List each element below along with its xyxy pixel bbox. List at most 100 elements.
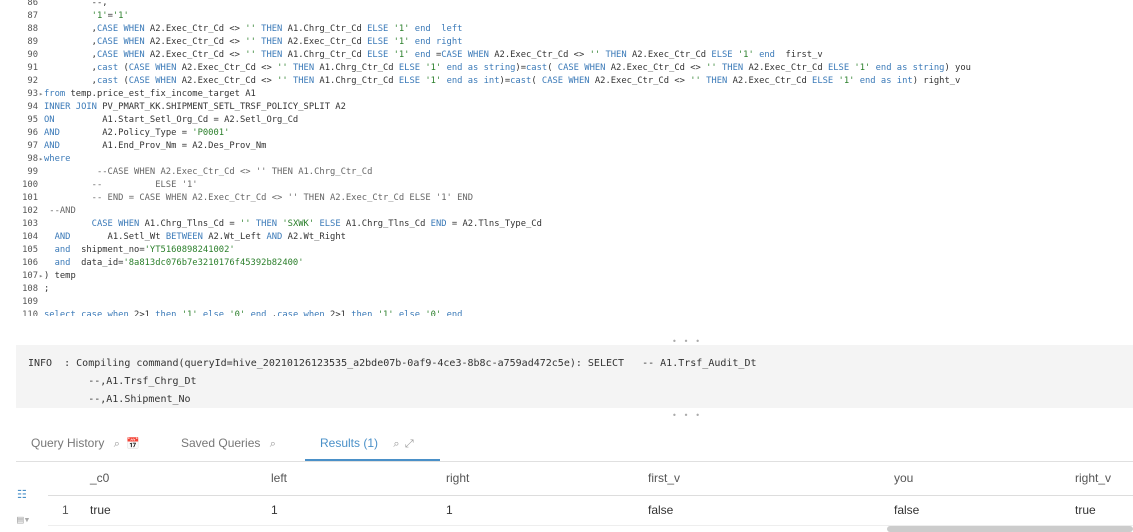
code-line[interactable]: 92 ,cast (CASE WHEN A2.Exec_Ctr_Cd <> ''… xyxy=(0,75,1133,88)
expand-icon[interactable]: ⤢ xyxy=(405,438,414,450)
table-cell[interactable]: false xyxy=(648,503,673,517)
line-number: 109 xyxy=(22,297,38,307)
code-text: -- ELSE '1' xyxy=(44,180,198,190)
code-text: AND A1.Setl_Wt BETWEEN A2.Wt_Left AND A2… xyxy=(54,232,346,242)
line-number: 91 xyxy=(27,63,38,73)
line-number: 99 xyxy=(27,167,38,177)
code-line[interactable]: 96 AND A2.Policy_Type = 'P0001' xyxy=(0,127,1133,140)
tab-saved-queries-label: Saved Queries xyxy=(181,436,261,450)
log-line: INFO : Compiling command(queryId=hive_20… xyxy=(28,358,757,369)
result-tabs: Query History ⌕ 📅 Saved Queries ⌕ Result… xyxy=(0,428,1133,462)
line-number: 95 xyxy=(27,115,38,125)
line-number: 102 xyxy=(22,206,38,216)
grid-icon[interactable]: ☷ xyxy=(17,488,27,501)
line-number: 92 xyxy=(27,76,38,86)
code-line[interactable]: 102 --AND xyxy=(0,205,1133,218)
tab-saved-queries[interactable]: Saved Queries ⌕ xyxy=(181,436,276,451)
tab-query-history[interactable]: Query History ⌕ 📅 xyxy=(31,436,140,451)
active-tab-indicator xyxy=(305,459,440,461)
code-line[interactable]: 106 and data_id='8a813dc076b7e3210176f45… xyxy=(0,257,1133,270)
line-number: 101 xyxy=(22,193,38,203)
code-line[interactable]: 99 --CASE WHEN A2.Exec_Ctr_Cd <> '' THEN… xyxy=(0,166,1133,179)
tab-results[interactable]: Results (1) ⌕ ⤢ xyxy=(320,436,414,451)
chart-icon[interactable]: ▤▾ xyxy=(17,513,30,526)
code-text: INNER JOIN PV_PMART_KK.SHIPMENT_SETL_TRS… xyxy=(44,102,346,112)
code-text: where xyxy=(44,154,71,164)
code-text: AND A2.Policy_Type = 'P0001' xyxy=(44,128,230,138)
results-grid: _c0 left right first_v you right_v 1 tru… xyxy=(0,463,1133,532)
code-line[interactable]: 91 ,cast (CASE WHEN A2.Exec_Ctr_Cd <> ''… xyxy=(0,62,1133,75)
calendar-icon[interactable]: 📅 xyxy=(126,438,140,450)
code-line[interactable]: 110 select case when 2>1 then '1' else '0… xyxy=(0,309,1133,316)
line-number: 86 xyxy=(27,0,38,8)
column-header[interactable]: you xyxy=(894,471,913,485)
code-line[interactable]: 105 and shipment_no='YT5160898241002' xyxy=(0,244,1133,257)
table-cell[interactable]: 1 xyxy=(271,503,278,517)
code-text: ) temp xyxy=(44,271,76,281)
sql-editor[interactable]: 86 --, 87 '1'='1' 88 ,CASE WHEN A2.Exec_Ct… xyxy=(0,0,1133,316)
horizontal-scrollbar[interactable] xyxy=(887,526,1133,532)
code-text: CASE WHEN A1.Chrg_Tlns_Cd = '' THEN 'SXW… xyxy=(91,219,542,229)
code-line[interactable]: 88 ,CASE WHEN A2.Exec_Ctr_Cd <> '' THEN … xyxy=(0,23,1133,36)
line-number: 108 xyxy=(22,284,38,294)
column-header[interactable]: right xyxy=(446,471,469,485)
column-header[interactable]: right_v xyxy=(1075,471,1111,485)
code-text: and data_id='8a813dc076b7e3210176f45392b… xyxy=(54,258,304,268)
code-text: ,CASE WHEN A2.Exec_Ctr_Cd <> '' THEN A1.… xyxy=(44,24,463,34)
code-line[interactable]: 104 AND A1.Setl_Wt BETWEEN A2.Wt_Left AN… xyxy=(0,231,1133,244)
row-number: 1 xyxy=(62,503,69,517)
code-line[interactable]: 100 -- ELSE '1' xyxy=(0,179,1133,192)
table-cell[interactable]: true xyxy=(90,503,111,517)
line-number: 94 xyxy=(27,102,38,112)
code-text: ,CASE WHEN A2.Exec_Ctr_Cd <> '' THEN A1.… xyxy=(44,50,823,60)
column-header[interactable]: _c0 xyxy=(90,471,109,485)
table-cell[interactable]: false xyxy=(894,503,919,517)
line-number: 107 xyxy=(22,271,38,281)
log-resize-handle[interactable]: • • • xyxy=(672,411,701,420)
code-text: '1'='1' xyxy=(91,11,129,21)
line-number: 97 xyxy=(27,141,38,151)
code-text: ON A1.Start_Setl_Org_Cd = A2.Setl_Org_Cd xyxy=(44,115,299,125)
line-number: 89 xyxy=(27,37,38,47)
column-header[interactable]: first_v xyxy=(648,471,680,485)
code-line[interactable]: 94 INNER JOIN PV_PMART_KK.SHIPMENT_SETL_T… xyxy=(0,101,1133,114)
code-line[interactable]: 86 --, xyxy=(0,0,1133,10)
log-line: --,A1.Trsf_Chrg_Dt xyxy=(28,376,197,387)
tabs-divider xyxy=(16,461,1133,462)
code-line[interactable]: 103 CASE WHEN A1.Chrg_Tlns_Cd = '' THEN … xyxy=(0,218,1133,231)
tab-results-label: Results (1) xyxy=(320,436,379,450)
line-number: 98 xyxy=(27,154,38,164)
code-line[interactable]: 97 AND A1.End_Prov_Nm = A2.Des_Prov_Nm xyxy=(0,140,1133,153)
code-line[interactable]: 98 ▸ where xyxy=(0,153,1133,166)
code-line[interactable]: 95 ON A1.Start_Setl_Org_Cd = A2.Setl_Org_… xyxy=(0,114,1133,127)
search-icon[interactable]: ⌕ xyxy=(114,438,120,450)
search-icon[interactable]: ⌕ xyxy=(270,438,276,450)
code-line[interactable]: 90 ,CASE WHEN A2.Exec_Ctr_Cd <> '' THEN … xyxy=(0,49,1133,62)
line-number: 90 xyxy=(27,50,38,60)
table-cell[interactable]: 1 xyxy=(446,503,453,517)
code-line[interactable]: 87 '1'='1' xyxy=(0,10,1133,23)
code-text: --, xyxy=(44,0,108,8)
line-number: 110 xyxy=(22,310,38,316)
line-number: 106 xyxy=(22,258,38,268)
query-log: INFO : Compiling command(queryId=hive_20… xyxy=(16,345,1133,408)
code-line[interactable]: 109 xyxy=(0,296,1133,309)
line-number: 103 xyxy=(22,219,38,229)
code-line[interactable]: 107 ▸) temp xyxy=(0,270,1133,283)
code-line[interactable]: 93 ▸ from temp.price_est_fix_income_target… xyxy=(0,88,1133,101)
code-line[interactable]: 89 ,CASE WHEN A2.Exec_Ctr_Cd <> '' THEN … xyxy=(0,36,1133,49)
code-text: -- END = CASE WHEN A2.Exec_Ctr_Cd <> '' … xyxy=(44,193,473,203)
column-header[interactable]: left xyxy=(271,471,287,485)
line-number: 105 xyxy=(22,245,38,255)
table-cell[interactable]: true xyxy=(1075,503,1096,517)
code-text: --CASE WHEN A2.Exec_Ctr_Cd <> '' THEN A1… xyxy=(44,167,373,177)
code-line[interactable]: 108; xyxy=(0,283,1133,296)
line-number: 100 xyxy=(22,180,38,190)
code-line[interactable]: 101 -- END = CASE WHEN A2.Exec_Ctr_Cd <>… xyxy=(0,192,1133,205)
header-divider xyxy=(48,495,1133,496)
line-number: 88 xyxy=(27,24,38,34)
search-icon[interactable]: ⌕ xyxy=(393,438,399,450)
tab-query-history-label: Query History xyxy=(31,436,105,450)
code-text: ,cast (CASE WHEN A2.Exec_Ctr_Cd <> '' TH… xyxy=(44,76,961,86)
line-number: 104 xyxy=(22,232,38,242)
